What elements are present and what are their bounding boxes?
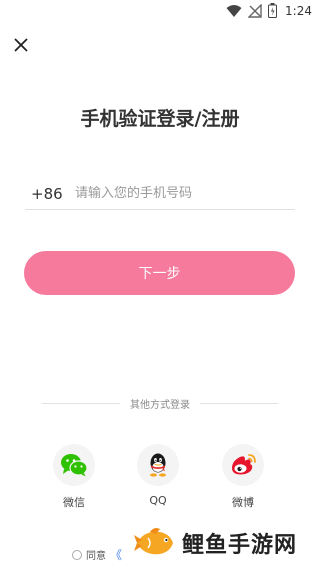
watermark-text: 鲤鱼手游网 bbox=[182, 533, 298, 558]
qq-login-button[interactable]: QQ bbox=[128, 444, 188, 507]
wechat-icon bbox=[61, 454, 88, 477]
agree-radio[interactable] bbox=[72, 549, 82, 560]
page-title: 手机验证登录/注册 bbox=[80, 108, 240, 130]
qq-icon bbox=[150, 453, 166, 477]
wifi-icon bbox=[226, 4, 242, 17]
next-button[interactable]: 下一步 bbox=[24, 251, 295, 295]
weibo-icon-circle bbox=[222, 444, 264, 486]
other-login-divider: 其他方式登录 bbox=[42, 396, 278, 411]
qq-icon-circle bbox=[137, 444, 179, 486]
divider-line-left bbox=[42, 402, 120, 404]
wechat-login-button[interactable]: 微信 bbox=[44, 444, 104, 510]
wechat-label: 微信 bbox=[63, 496, 85, 509]
no-signal-icon bbox=[248, 3, 262, 18]
weibo-login-button[interactable]: 微博 bbox=[213, 444, 273, 510]
qq-label: QQ bbox=[149, 494, 167, 507]
status-bar: 1:24 bbox=[0, 0, 320, 24]
status-time: 1:24 bbox=[285, 3, 312, 18]
battery-icon bbox=[268, 3, 278, 18]
agreement-link[interactable]: 《 bbox=[110, 546, 122, 563]
divider-line-right bbox=[200, 402, 278, 404]
watermark: 鲤鱼手游网 bbox=[134, 526, 297, 560]
agree-text: 同意 bbox=[86, 551, 106, 562]
close-button[interactable] bbox=[10, 34, 32, 56]
phone-input[interactable] bbox=[75, 186, 295, 201]
phone-field-row: +86 bbox=[25, 178, 295, 210]
status-icons: 1:24 bbox=[226, 3, 312, 18]
wechat-icon-circle bbox=[53, 444, 95, 486]
weibo-icon bbox=[232, 454, 256, 475]
other-login-label: 其他方式登录 bbox=[130, 399, 190, 411]
country-code[interactable]: +86 bbox=[25, 185, 75, 203]
close-icon bbox=[14, 38, 28, 52]
weibo-label: 微博 bbox=[232, 496, 254, 509]
agreement-row: 同意 《 bbox=[72, 546, 122, 563]
carp-logo-icon bbox=[134, 528, 173, 555]
